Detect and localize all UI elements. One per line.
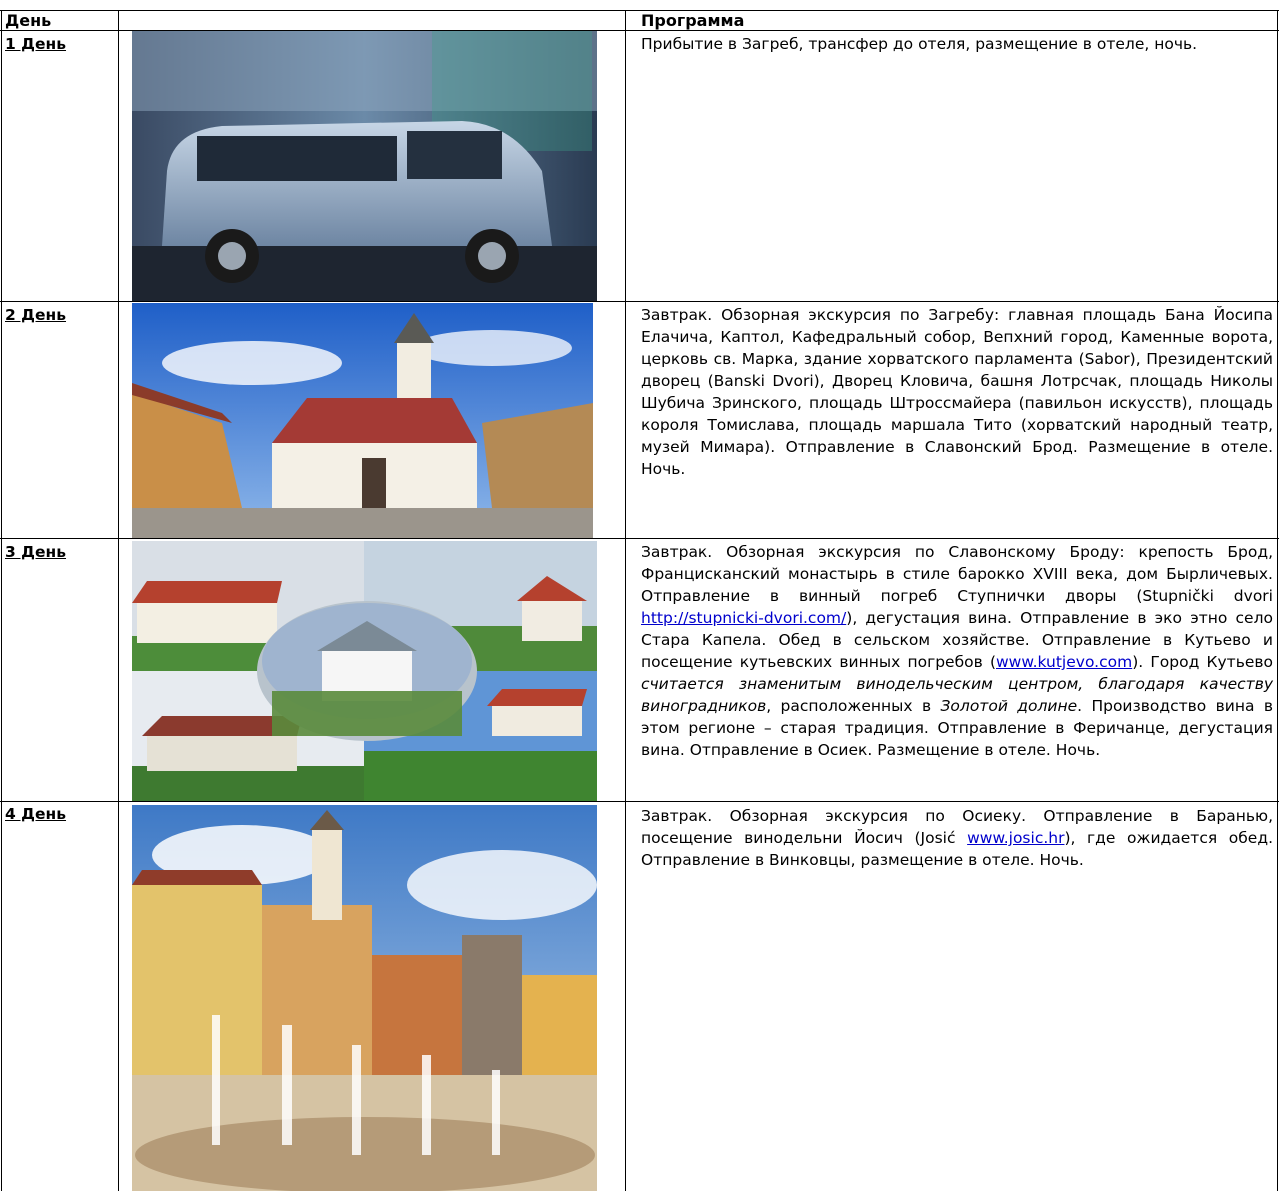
day-label-1: 1 День [5,35,67,53]
program-text-4: Завтрак. Обзорная экскурсия по Осиеку. О… [641,807,1273,869]
kutjevo-link[interactable]: www.kutjevo.com [996,653,1132,671]
church-photo [132,303,593,538]
day-label-3: 3 День [5,543,67,561]
day-label-4: 4 День [5,805,67,823]
program-text-1: Прибытие в Загреб, трансфер до отеля, ра… [641,35,1198,53]
header-day: День [5,11,52,30]
fortress-collage [132,541,597,801]
program-text-2: Завтрак. Обзорная экскурсия по Загребу: … [641,306,1273,478]
program-text-3: Завтрак. Обзорная экскурсия по Славонско… [641,543,1274,759]
header-program: Программа [641,11,745,30]
josic-link[interactable]: www.josic.hr [967,829,1064,847]
fountain-square-photo [132,805,597,1191]
day-label-2: 2 День [5,306,67,324]
minivan-photo [132,31,597,301]
stupnicki-link[interactable]: http://stupnicki-dvori.com/ [641,609,846,627]
